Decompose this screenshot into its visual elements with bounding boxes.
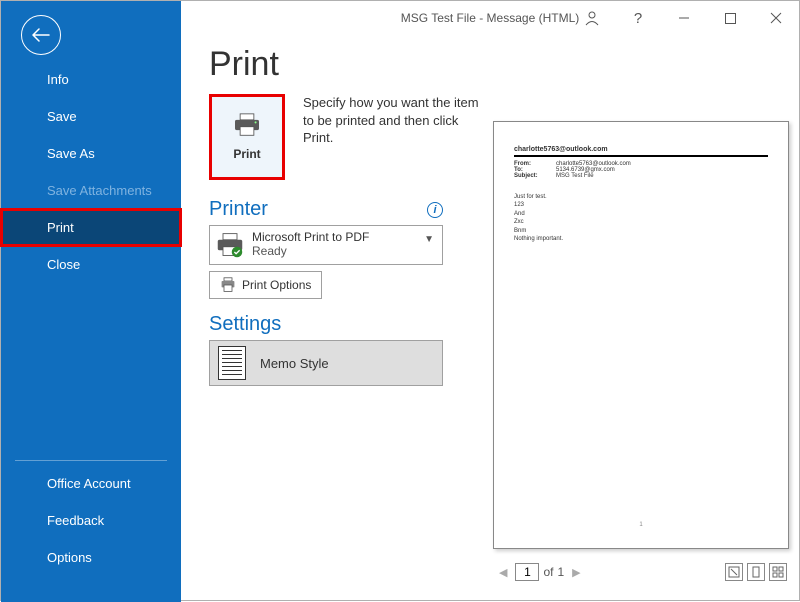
print-tile-label: Print: [233, 147, 260, 161]
sidebar-divider: [15, 460, 167, 461]
print-preview-pane: charlotte5763@outlook.com From:charlotte…: [493, 121, 789, 587]
sidebar-item-save[interactable]: Save: [1, 98, 181, 135]
printer-name: Microsoft Print to PDF: [252, 231, 369, 245]
sidebar-item-label: Print: [47, 220, 74, 235]
sidebar-item-options[interactable]: Options: [1, 539, 181, 576]
printer-heading: Printer: [209, 198, 268, 221]
print-options-icon: [220, 277, 236, 293]
sidebar-item-label: Office Account: [47, 476, 131, 491]
sidebar-item-label: Info: [47, 72, 69, 87]
preview-footer: ◀ of 1 ▶: [493, 557, 789, 587]
multi-page-icon: [772, 566, 784, 578]
page-title: Print: [209, 45, 771, 84]
multi-page-button[interactable]: [769, 563, 787, 581]
sidebar-item-label: Save Attachments: [47, 183, 152, 198]
print-button-tile[interactable]: Print: [209, 94, 285, 180]
sidebar-item-print[interactable]: Print: [1, 209, 181, 246]
help-icon: ?: [634, 10, 642, 27]
print-options-label: Print Options: [242, 278, 311, 292]
sidebar-item-close[interactable]: Close: [1, 246, 181, 283]
printer-status: Ready: [252, 245, 369, 259]
preview-body: Just for test. 123 And Zxc Bnm Nothing i…: [514, 193, 768, 243]
backstage-sidebar: Info Save Save As Save Attachments Print…: [1, 1, 181, 602]
printer-info-icon[interactable]: i: [427, 202, 443, 218]
maximize-icon: [725, 13, 736, 24]
total-pages: 1: [557, 565, 564, 579]
titlebar: MSG Test File - Message (HTML) ?: [181, 1, 799, 35]
close-icon: [770, 12, 782, 24]
sidebar-item-label: Feedback: [47, 513, 104, 528]
actual-size-icon: [728, 566, 740, 578]
sidebar-item-office-account[interactable]: Office Account: [1, 465, 181, 502]
print-backstage-main: Print Print Specify how you want the ite…: [181, 1, 799, 600]
memo-style-icon: [218, 346, 246, 380]
preview-hr: [514, 155, 768, 157]
actual-size-button[interactable]: [725, 563, 743, 581]
maximize-button[interactable]: [707, 4, 753, 32]
chevron-down-icon: ▼: [424, 234, 434, 245]
preview-page-number: 1: [639, 522, 642, 528]
preview-from-display: charlotte5763@outlook.com: [514, 146, 768, 153]
one-page-icon: [750, 566, 762, 578]
back-button[interactable]: [21, 15, 61, 55]
print-options-button[interactable]: Print Options: [209, 271, 322, 299]
sidebar-item-save-as[interactable]: Save As: [1, 135, 181, 172]
memo-style-label: Memo Style: [260, 356, 329, 371]
minimize-icon: [678, 12, 690, 24]
sidebar-item-label: Options: [47, 550, 92, 565]
help-button[interactable]: ?: [615, 4, 661, 32]
one-page-button[interactable]: [747, 563, 765, 581]
printer-dropdown[interactable]: Microsoft Print to PDF Ready ▼: [209, 225, 443, 265]
preview-subject-value: MSG Test File: [556, 173, 594, 179]
sidebar-item-info[interactable]: Info: [1, 61, 181, 98]
printer-status-icon: [216, 232, 244, 258]
sidebar-item-save-attachments: Save Attachments: [1, 172, 181, 209]
sidebar-item-label: Close: [47, 257, 80, 272]
close-button[interactable]: [753, 4, 799, 32]
prev-page-button[interactable]: ◀: [495, 564, 511, 581]
preview-page: charlotte5763@outlook.com From:charlotte…: [493, 121, 789, 549]
next-page-button[interactable]: ▶: [568, 564, 584, 581]
person-icon: [584, 10, 600, 26]
page-input[interactable]: [515, 563, 539, 581]
sidebar-item-label: Save As: [47, 146, 95, 161]
sidebar-item-feedback[interactable]: Feedback: [1, 502, 181, 539]
minimize-button[interactable]: [661, 4, 707, 32]
of-label: of: [543, 565, 553, 579]
window-title: MSG Test File - Message (HTML): [401, 11, 579, 25]
back-arrow-icon: [32, 28, 50, 42]
printer-icon: [233, 113, 261, 137]
memo-style-tile[interactable]: Memo Style: [209, 340, 443, 386]
preview-subject-label: Subject:: [514, 173, 548, 179]
sidebar-item-label: Save: [47, 109, 77, 124]
account-icon[interactable]: [569, 4, 615, 32]
print-description: Specify how you want the item to be prin…: [303, 94, 483, 180]
settings-heading: Settings: [209, 313, 281, 336]
